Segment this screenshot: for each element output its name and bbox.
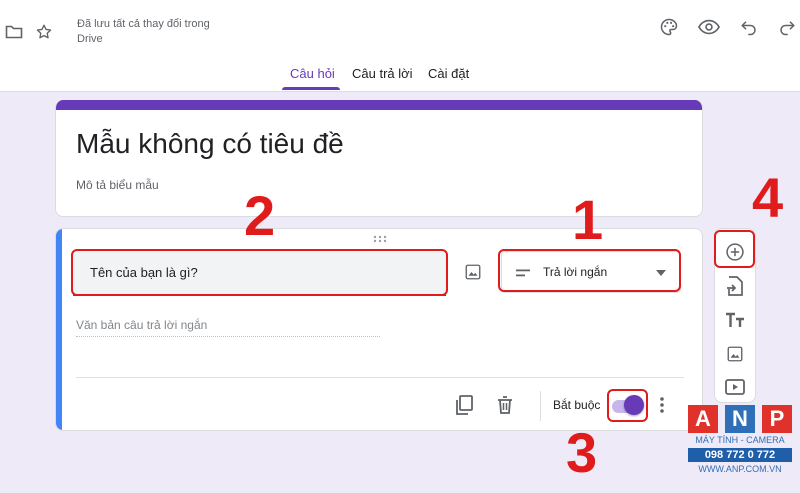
highlight-question-input: [71, 249, 448, 296]
highlight-question-type: [498, 249, 681, 292]
add-image-to-question-icon[interactable]: [461, 260, 485, 284]
annotation-number-2: 2: [244, 184, 276, 247]
form-title[interactable]: Mẫu không có tiêu đề: [76, 128, 344, 160]
logo-tagline: MÁY TÍNH - CAMERA: [695, 435, 785, 445]
redo-icon[interactable]: [776, 16, 798, 38]
import-questions-icon[interactable]: [723, 274, 747, 298]
active-tab-indicator: [282, 87, 340, 90]
highlight-add-question: [714, 230, 755, 268]
tab-responses[interactable]: Câu trả lời: [352, 66, 413, 81]
add-title-icon[interactable]: [723, 308, 747, 332]
logo-phone: 098 772 0 772: [688, 448, 792, 462]
logo-letter-n: N: [725, 405, 755, 433]
answer-underline: [76, 336, 380, 337]
add-video-icon[interactable]: [723, 375, 747, 399]
active-card-indicator: [56, 229, 62, 430]
footer-divider: [540, 391, 541, 421]
answer-placeholder: Văn bản câu trả lời ngắn: [76, 318, 208, 332]
logo-website: WWW.ANP.COM.VN: [698, 464, 782, 474]
more-options-icon[interactable]: [654, 393, 670, 417]
form-description[interactable]: Mô tả biểu mẫu: [76, 178, 159, 192]
star-icon[interactable]: [34, 22, 54, 42]
folder-icon[interactable]: [4, 22, 24, 42]
palette-icon[interactable]: [658, 16, 680, 38]
form-title-card[interactable]: Mẫu không có tiêu đề Mô tả biểu mẫu: [55, 100, 703, 217]
drag-handle-icon[interactable]: [370, 233, 390, 245]
form-accent-band: [56, 100, 702, 110]
eye-icon[interactable]: [698, 16, 720, 38]
logo-letter-a: A: [688, 405, 718, 433]
highlight-required-toggle: [607, 389, 648, 422]
delete-icon[interactable]: [493, 393, 517, 417]
required-label: Bắt buộc: [553, 398, 601, 412]
tab-questions[interactable]: Câu hỏi: [290, 66, 335, 81]
annotation-number-4: 4: [752, 166, 784, 229]
annotation-number-1: 1: [572, 188, 604, 251]
saved-status: Đã lưu tất cả thay đổi trong Drive: [77, 18, 210, 45]
annotation-number-3: 3: [566, 421, 598, 484]
duplicate-icon[interactable]: [452, 393, 476, 417]
top-bar: Đã lưu tất cả thay đổi trong Drive Câu h…: [0, 0, 800, 92]
logo-letter-p: P: [762, 405, 792, 433]
add-image-icon[interactable]: [723, 342, 747, 366]
tab-settings[interactable]: Cài đặt: [428, 66, 469, 81]
card-divider: [76, 377, 684, 378]
watermark-logo: A N P MÁY TÍNH - CAMERA 098 772 0 772 WW…: [688, 405, 792, 490]
undo-icon[interactable]: [738, 16, 760, 38]
